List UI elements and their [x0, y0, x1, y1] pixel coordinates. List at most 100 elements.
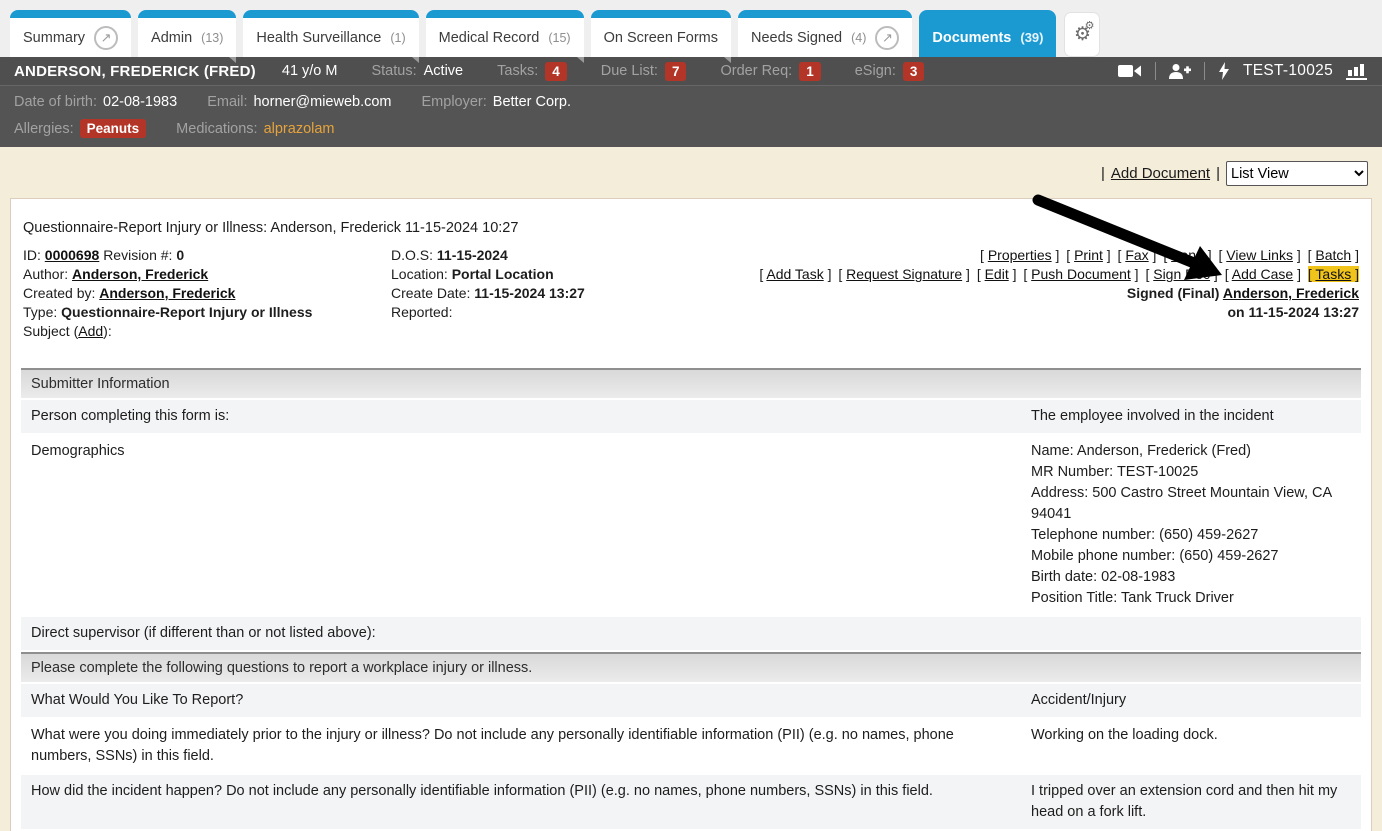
- order-req-label: Order Req:: [720, 63, 792, 79]
- tab-needs-signed[interactable]: Needs Signed (4) ↗: [738, 10, 912, 57]
- id-label: ID:: [23, 247, 41, 263]
- order-req-count-badge[interactable]: 1: [799, 62, 821, 81]
- settings-button[interactable]: ⚙ ⚙: [1064, 12, 1100, 57]
- create-date-label: Create Date:: [391, 285, 470, 301]
- email-value: horner@mieweb.com: [253, 94, 391, 110]
- status-value: Active: [424, 63, 464, 79]
- tab-dropdown-fold-icon: [229, 57, 236, 63]
- answer-cell: Accident/Injury: [1021, 684, 1361, 717]
- question-cell: How did the incident happen? Do not incl…: [21, 775, 1021, 829]
- allergies-label: Allergies:: [14, 121, 74, 137]
- add-document-link[interactable]: Add Document: [1111, 165, 1210, 182]
- subject-label: Subject (: [23, 323, 78, 339]
- allergy-badge[interactable]: Peanuts: [80, 119, 147, 138]
- author-label: Author:: [23, 266, 68, 282]
- type-label: Type:: [23, 304, 57, 320]
- tab-count: (15): [548, 31, 570, 45]
- signed-date: on 11-15-2024 13:27: [1227, 304, 1359, 320]
- chart-tab-bar: Summary ↗ Admin (13) Health Surveillance…: [0, 0, 1382, 57]
- action-edit[interactable]: Edit: [977, 266, 1017, 282]
- action-request-signature[interactable]: Request Signature: [838, 266, 970, 282]
- action-add-task[interactable]: Add Task: [759, 266, 831, 282]
- author-link[interactable]: Anderson, Frederick: [72, 266, 208, 282]
- tab-summary[interactable]: Summary ↗: [10, 10, 131, 57]
- tab-health-surveillance[interactable]: Health Surveillance (1): [243, 10, 418, 57]
- external-link-icon[interactable]: ↗: [94, 26, 118, 50]
- action-sign-doc[interactable]: Sign Doc: [1145, 266, 1217, 282]
- question-cell: Direct supervisor (if different than or …: [21, 617, 1021, 650]
- patient-header-bar: ANDERSON, FREDERICK (FRED) 41 y/o M Stat…: [0, 57, 1382, 85]
- action-print[interactable]: Print: [1066, 247, 1110, 263]
- mr-number: TEST-10025: [1243, 62, 1333, 80]
- patient-age-sex: 41 y/o M: [282, 63, 338, 79]
- bar-chart-icon[interactable]: [1346, 62, 1368, 80]
- table-row: Demographics Name: Anderson, Frederick (…: [21, 435, 1361, 615]
- answer-cell: I tripped over an extension cord and the…: [1021, 775, 1361, 829]
- question-cell: What were you doing immediately prior to…: [21, 719, 1021, 773]
- external-link-icon[interactable]: ↗: [875, 26, 899, 50]
- location-label: Location:: [391, 266, 448, 282]
- table-row: How did the incident happen? Do not incl…: [21, 775, 1361, 829]
- divider: [1155, 62, 1156, 80]
- video-camera-icon[interactable]: [1118, 63, 1142, 79]
- tab-medical-record[interactable]: Medical Record (15): [426, 10, 584, 57]
- pipe: |: [1216, 165, 1220, 182]
- view-mode-select[interactable]: List View: [1226, 161, 1368, 186]
- document-title: Questionnaire-Report Injury or Illness: …: [11, 199, 1371, 236]
- tab-label: Health Surveillance: [256, 30, 381, 46]
- created-by-link[interactable]: Anderson, Frederick: [99, 285, 235, 301]
- answer-cell: Name: Anderson, Frederick (Fred) MR Numb…: [1021, 435, 1361, 615]
- documents-content: | Add Document | List View Questionnaire…: [0, 147, 1382, 831]
- section-header: Submitter Information: [21, 368, 1361, 398]
- action-view-links[interactable]: View Links: [1219, 247, 1301, 263]
- revision-label: Revision #:: [103, 247, 172, 263]
- tasks-count-badge[interactable]: 4: [545, 62, 567, 81]
- create-date-value: 11-15-2024 13:27: [474, 285, 585, 301]
- location-value: Portal Location: [452, 266, 554, 282]
- document-id-link[interactable]: 0000698: [45, 247, 100, 263]
- signed-by-link[interactable]: Anderson, Frederick: [1223, 285, 1359, 301]
- signed-status: Signed (Final): [1127, 285, 1220, 301]
- tasks-label: Tasks:: [497, 63, 538, 79]
- patient-name: ANDERSON, FREDERICK (FRED): [14, 63, 256, 80]
- answer-cell: Working on the loading dock.: [1021, 719, 1361, 773]
- medication-value[interactable]: alprazolam: [264, 121, 335, 137]
- tab-count: (13): [201, 31, 223, 45]
- esign-label: eSign:: [855, 63, 896, 79]
- action-add-case[interactable]: Add Case: [1225, 266, 1301, 282]
- medications-label: Medications:: [176, 121, 257, 137]
- action-fax[interactable]: Fax: [1118, 247, 1157, 263]
- action-push-document[interactable]: Push Document: [1023, 266, 1138, 282]
- tab-count: (39): [1020, 30, 1043, 45]
- action-send[interactable]: Send: [1163, 247, 1211, 263]
- subject-add-link[interactable]: Add: [78, 323, 103, 339]
- action-batch[interactable]: Batch: [1308, 247, 1359, 263]
- question-cell: What Would You Like To Report?: [21, 684, 1021, 717]
- dos-value: 11-15-2024: [437, 247, 508, 263]
- employer-label: Employer:: [422, 94, 487, 110]
- esign-count-badge[interactable]: 3: [903, 62, 925, 81]
- created-by-label: Created by:: [23, 285, 95, 301]
- tab-label: Needs Signed: [751, 30, 842, 46]
- table-row: Person completing this form is: The empl…: [21, 400, 1361, 433]
- questionnaire-table: Submitter Information Person completing …: [21, 368, 1361, 831]
- tab-dropdown-fold-icon: [577, 57, 584, 63]
- due-list-count-badge[interactable]: 7: [665, 62, 687, 81]
- reported-label: Reported:: [391, 304, 452, 320]
- due-list-label: Due List:: [601, 63, 658, 79]
- tab-on-screen-forms[interactable]: On Screen Forms: [591, 10, 731, 57]
- add-person-icon[interactable]: [1169, 63, 1191, 80]
- patient-details: Date of birth: 02-08-1983 Email: horner@…: [0, 85, 1382, 147]
- subject-label-close: ):: [103, 323, 112, 339]
- question-cell: Demographics: [21, 435, 1021, 615]
- documents-toolbar: | Add Document | List View: [0, 147, 1382, 186]
- divider: [1204, 62, 1205, 80]
- lightning-bolt-icon[interactable]: [1218, 62, 1230, 80]
- action-tasks-highlighted[interactable]: Tasks: [1308, 266, 1359, 282]
- action-properties[interactable]: Properties: [980, 247, 1059, 263]
- tab-admin[interactable]: Admin (13): [138, 10, 236, 57]
- tab-label: Summary: [23, 30, 85, 46]
- tab-label: Medical Record: [439, 30, 540, 46]
- tab-documents[interactable]: Documents (39): [919, 10, 1056, 57]
- table-row: What Would You Like To Report? Accident/…: [21, 684, 1361, 717]
